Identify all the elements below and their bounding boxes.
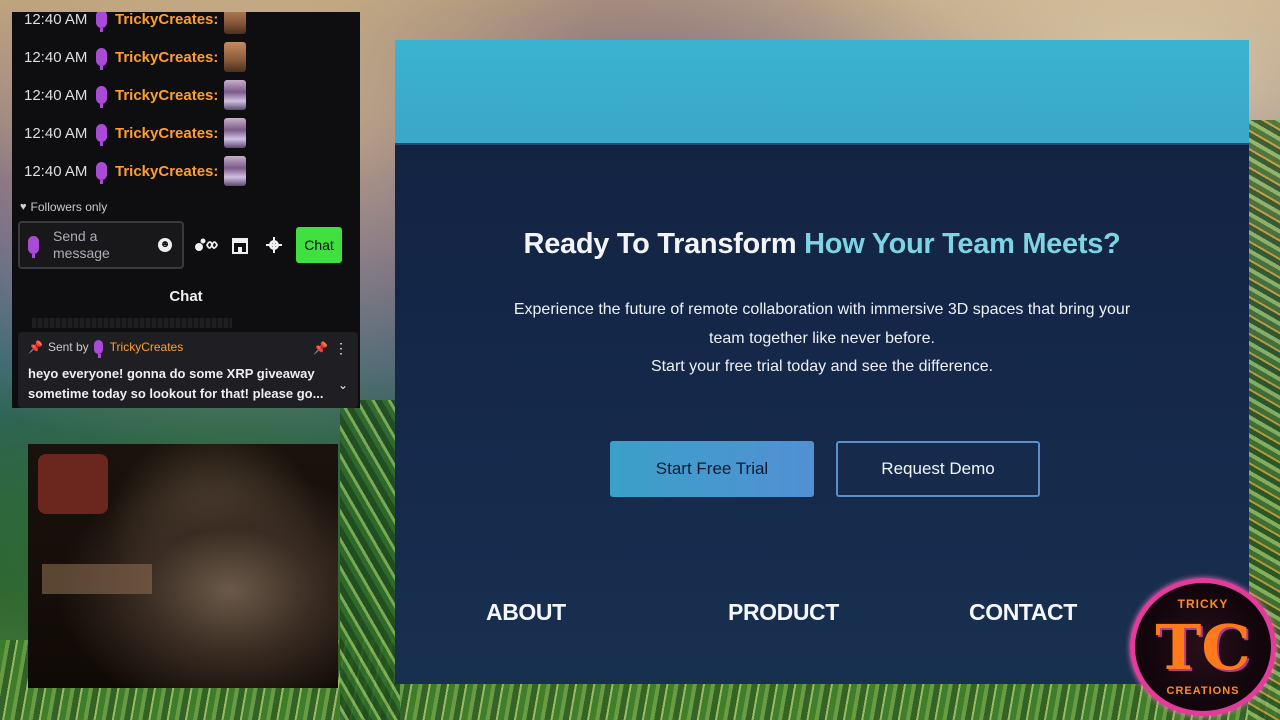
bits-icon[interactable] xyxy=(194,233,218,257)
site-header-bar xyxy=(395,40,1249,143)
start-free-trial-button[interactable]: Start Free Trial xyxy=(610,441,814,497)
footer-link-about[interactable]: ABOUT xyxy=(486,599,566,626)
chat-input-row: Send a message ☻ Chat xyxy=(18,220,358,270)
message-username[interactable]: TrickyCreates xyxy=(115,87,213,104)
webcam-feed xyxy=(28,444,338,688)
chat-send-button[interactable]: Chat xyxy=(296,227,342,263)
flag-emote-icon xyxy=(224,80,247,110)
channel-logo: TRICKY TC CREATIONS xyxy=(1130,578,1276,716)
face-emote-icon xyxy=(224,12,247,34)
more-options-icon[interactable]: ⋮ xyxy=(334,340,348,357)
chat-message: 12:40 AM TrickyCreates: xyxy=(12,114,360,152)
mic-badge-icon xyxy=(96,124,107,146)
chat-header-title: Chat xyxy=(169,288,203,305)
followers-only-label: Followers only xyxy=(30,200,108,214)
hero-subtitle: Experience the future of remote collabor… xyxy=(395,296,1249,382)
pinned-message[interactable]: 📌 Sent by TrickyCreates 📌 ⋮ heyo everyon… xyxy=(18,332,358,408)
mic-badge-icon xyxy=(28,236,39,258)
emote-picker-icon[interactable]: ☻ xyxy=(158,238,172,252)
message-time: 12:40 AM xyxy=(24,124,88,142)
replying-line xyxy=(32,318,232,328)
message-username[interactable]: TrickyCreates xyxy=(115,125,213,142)
store-icon[interactable] xyxy=(228,233,252,257)
hero-subtitle-line: Experience the future of remote collabor… xyxy=(513,301,1131,318)
site-divider xyxy=(395,143,1249,145)
pin-icon: 📌 xyxy=(28,340,43,354)
mic-badge-icon xyxy=(96,12,107,32)
chat-input-placeholder: Send a message xyxy=(53,228,110,261)
webcam-background-shelf xyxy=(42,564,152,594)
logo-mark: TC xyxy=(1155,610,1251,684)
chat-message: 12:40 AM TrickyCreates: xyxy=(12,38,360,76)
chat-message-list: 12:40 AM TrickyCreates: 12:40 AM TrickyC… xyxy=(12,12,360,190)
message-time: 12:40 AM xyxy=(24,86,88,104)
message-colon: : xyxy=(213,124,219,142)
footer-link-product[interactable]: PRODUCT xyxy=(728,599,839,626)
sent-by-label: Sent by xyxy=(47,340,89,354)
message-colon: : xyxy=(213,48,219,66)
message-time: 12:40 AM xyxy=(24,12,88,28)
hero-title-part1: Ready To Transform xyxy=(523,228,805,260)
mic-badge-icon xyxy=(93,340,103,358)
message-colon: : xyxy=(213,12,219,28)
message-username[interactable]: TrickyCreates xyxy=(115,49,213,66)
message-username[interactable]: TrickyCreates xyxy=(115,163,213,180)
message-colon: : xyxy=(213,162,219,180)
chat-message: 12:40 AM TrickyCreates: xyxy=(12,12,360,38)
hero-title-accent: How Your Team Meets? xyxy=(804,228,1121,260)
pinned-username[interactable]: TrickyCreates xyxy=(110,340,184,354)
heart-icon: ♥ xyxy=(20,201,27,213)
message-time: 12:40 AM xyxy=(24,48,88,66)
website-preview: Ready To Transform How Your Team Meets? … xyxy=(395,40,1249,684)
pinned-message-text: heyo everyone! gonna do some XRP giveawa… xyxy=(28,366,324,401)
mic-badge-icon xyxy=(96,48,107,70)
message-time: 12:40 AM xyxy=(24,162,88,180)
chevron-down-icon[interactable]: ⌄ xyxy=(338,378,348,392)
hero-title: Ready To Transform How Your Team Meets? xyxy=(395,228,1249,261)
face-emote-icon xyxy=(224,42,247,72)
flag-emote-icon xyxy=(224,118,247,148)
pinned-message-header: 📌 Sent by TrickyCreates xyxy=(28,340,348,358)
logo-bottom-text: CREATIONS xyxy=(1166,685,1240,697)
request-demo-button[interactable]: Request Demo xyxy=(836,441,1040,497)
chat-message: 12:40 AM TrickyCreates: xyxy=(12,152,360,190)
footer-link-contact[interactable]: CONTACT xyxy=(969,599,1077,626)
gear-icon[interactable] xyxy=(262,233,286,257)
message-username[interactable]: TrickyCreates xyxy=(115,12,213,28)
hero-subtitle-line: team together like never before. xyxy=(709,329,935,347)
message-colon: : xyxy=(213,86,219,104)
flag-emote-icon xyxy=(224,156,247,186)
logo-top-text: TRICKY xyxy=(1177,597,1229,611)
mic-badge-icon xyxy=(96,162,107,184)
chat-message: 12:40 AM TrickyCreates: xyxy=(12,76,360,114)
hero-subtitle-line: Start your free trial today and see the … xyxy=(650,358,994,375)
chat-panel: 12:40 AM TrickyCreates: 12:40 AM TrickyC… xyxy=(12,12,360,408)
unpin-icon[interactable]: 📌 xyxy=(313,341,328,355)
mic-badge-icon xyxy=(96,86,107,108)
chat-message-input[interactable]: Send a message ☻ xyxy=(18,221,184,269)
webcam-background-sign xyxy=(38,454,108,514)
background-foliage-left xyxy=(340,400,400,720)
footer-nav: ABOUT PRODUCT CONTACT xyxy=(395,599,1249,629)
followers-only-notice: ♥ Followers only xyxy=(20,200,107,214)
